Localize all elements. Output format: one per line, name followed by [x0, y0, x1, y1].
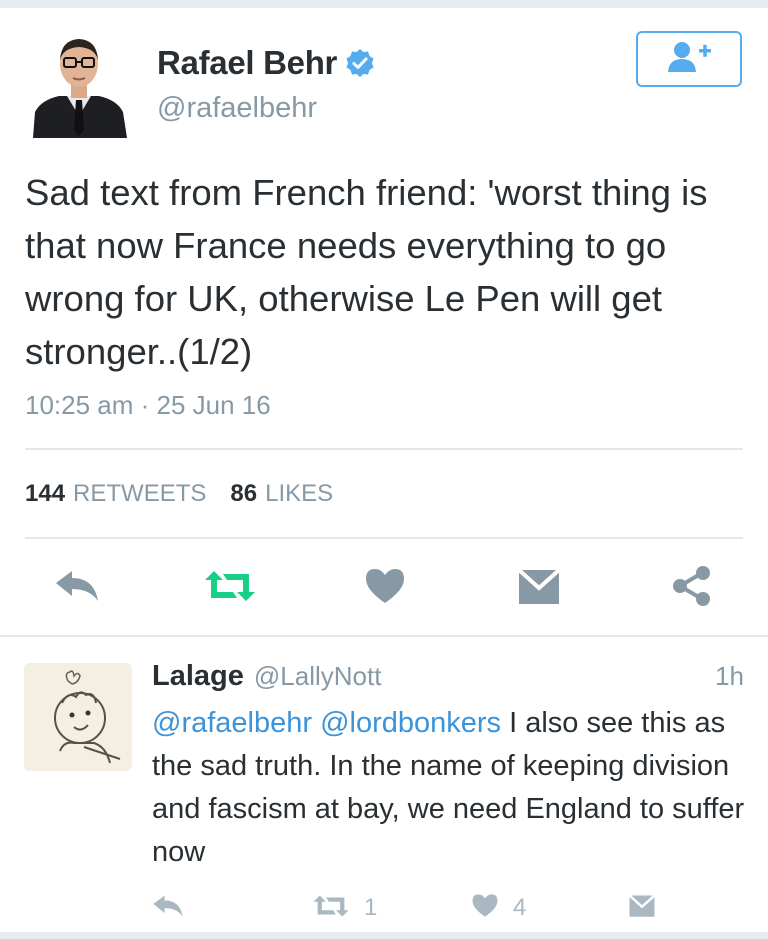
share-button[interactable]	[667, 564, 717, 613]
likes-stat[interactable]: 86 LIKES	[230, 480, 333, 508]
like-button[interactable]	[360, 566, 410, 610]
direct-message-button[interactable]	[514, 566, 564, 610]
bottom-divider	[0, 932, 768, 939]
like-heart-icon	[364, 567, 406, 610]
mention-link[interactable]: @lordbonkers	[320, 707, 501, 739]
like-heart-icon	[471, 893, 499, 923]
reply-author-avatar[interactable]	[24, 663, 132, 771]
follow-user-plus-icon	[665, 40, 713, 79]
reply-retweet-button[interactable]: 1	[312, 892, 377, 924]
direct-message-icon	[628, 893, 656, 923]
divider	[25, 448, 743, 450]
reply-author-name[interactable]: Lalage	[152, 660, 244, 693]
author-name[interactable]: Rafael Behr	[157, 44, 337, 82]
reply-like-button[interactable]: 4	[471, 892, 526, 924]
reply-author-handle[interactable]: @LallyNott	[254, 661, 382, 692]
reply-text-block: @rafaelbehr @lordbonkers I also see this…	[152, 702, 752, 874]
divider	[0, 635, 768, 637]
share-icon	[670, 564, 714, 613]
author-avatar[interactable]	[27, 30, 131, 138]
mention-link[interactable]: @rafaelbehr	[152, 707, 312, 739]
retweets-count: 144	[25, 480, 66, 507]
follow-button[interactable]	[636, 31, 742, 87]
tweet-stats: 144 RETWEETS 86 LIKES	[25, 480, 357, 508]
reply-message-button[interactable]	[628, 892, 656, 924]
author-handle[interactable]: @rafaelbehr	[157, 92, 317, 125]
divider	[25, 537, 743, 539]
reply-icon	[152, 894, 184, 923]
retweets-stat[interactable]: 144 RETWEETS	[25, 480, 206, 508]
likes-count: 86	[230, 480, 258, 507]
verified-badge-icon	[345, 48, 375, 78]
tweet-timestamp[interactable]: 10:25 am · 25 Jun 16	[25, 390, 271, 421]
reply-like-count: 4	[513, 894, 527, 921]
author-name-row: Rafael Behr	[157, 44, 375, 82]
top-divider	[0, 0, 768, 8]
retweet-icon	[312, 893, 350, 924]
reply-reply-button[interactable]	[152, 892, 184, 924]
retweet-button[interactable]	[205, 566, 255, 610]
direct-message-icon	[517, 566, 561, 611]
reply-time: 1h	[715, 661, 744, 691]
reply-header: Lalage @LallyNott 1h	[152, 660, 744, 693]
tweet-text: Sad text from French friend: 'worst thin…	[25, 172, 708, 372]
reply-retweet-count: 1	[364, 894, 378, 921]
likes-label: LIKES	[265, 480, 334, 507]
retweets-label: RETWEETS	[73, 480, 207, 507]
reply-button[interactable]	[52, 566, 102, 610]
reply-icon	[54, 569, 100, 608]
retweet-icon	[203, 568, 257, 609]
